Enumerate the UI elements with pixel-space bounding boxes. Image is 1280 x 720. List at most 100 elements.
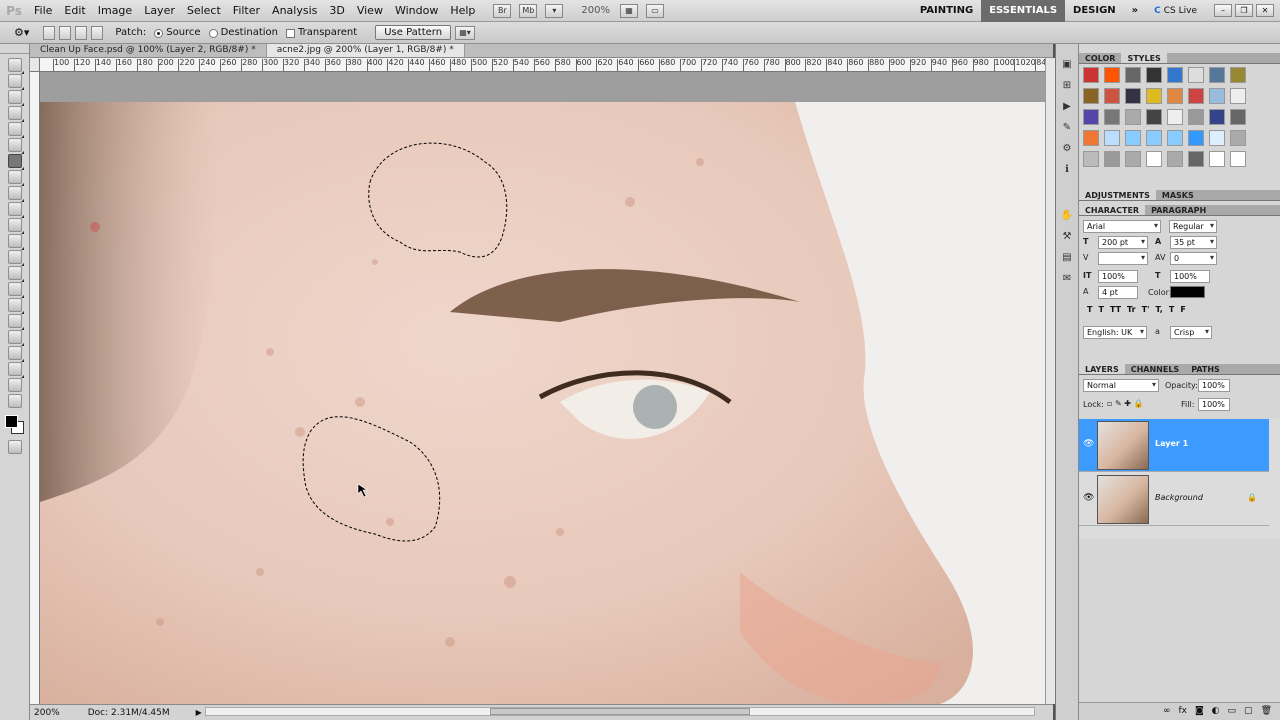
style-swatch[interactable]	[1230, 109, 1246, 125]
dodge-tool-icon[interactable]	[7, 266, 24, 282]
pattern-picker[interactable]: ▦▾	[455, 25, 476, 40]
style-swatch[interactable]	[1209, 67, 1225, 83]
style-swatch[interactable]	[1083, 130, 1099, 146]
source-radio[interactable]	[154, 29, 164, 38]
text-style-button[interactable]: TT	[1110, 305, 1121, 314]
tab-layers[interactable]: LAYERS	[1079, 364, 1125, 374]
text-style-button[interactable]: T	[1098, 305, 1103, 314]
brush-presets-panel-icon[interactable]: ⚒	[1059, 228, 1075, 244]
style-swatch[interactable]	[1146, 88, 1162, 104]
delete-layer-icon[interactable]: 🗑	[1261, 703, 1272, 720]
more-workspaces-button[interactable]: »	[1124, 0, 1146, 22]
actions-panel-icon[interactable]: ▶	[1059, 98, 1075, 114]
foreground-color[interactable]	[5, 415, 18, 428]
patch-tool-icon[interactable]	[7, 154, 24, 170]
document-tab[interactable]: Clean Up Face.psd @ 100% (Layer 2, RGB/8…	[30, 44, 267, 57]
tab-paths[interactable]: PATHS	[1185, 364, 1226, 374]
swatches-panel-icon[interactable]: ▤	[1059, 249, 1075, 265]
mini-bridge-panel-icon[interactable]: ▣	[1059, 56, 1075, 72]
menu-select[interactable]: Select	[181, 0, 227, 22]
clone-stamp-tool-icon[interactable]	[7, 186, 24, 202]
style-swatch[interactable]	[1188, 67, 1204, 83]
menu-3d[interactable]: 3D	[323, 0, 350, 22]
gradient-tool-icon[interactable]	[7, 234, 24, 250]
style-swatch[interactable]	[1167, 88, 1183, 104]
style-swatch[interactable]	[1188, 109, 1204, 125]
path-selection-tool-icon[interactable]	[7, 314, 24, 330]
layer-visibility-eye-icon[interactable]: 👁	[1083, 493, 1094, 503]
style-swatch[interactable]	[1188, 88, 1204, 104]
text-style-button[interactable]: Tr	[1127, 305, 1136, 314]
horizontal-scroll-thumb[interactable]	[490, 708, 750, 715]
add-selection-icon[interactable]	[59, 25, 72, 40]
tab-masks[interactable]: MASKS	[1156, 190, 1200, 200]
menu-edit[interactable]: Edit	[58, 0, 91, 22]
move-tool-icon[interactable]	[7, 58, 24, 74]
vertical-ruler[interactable]	[30, 72, 40, 704]
add-mask-icon[interactable]: ◙	[1195, 703, 1204, 720]
lasso-tool-icon[interactable]	[7, 90, 24, 106]
menu-file[interactable]: File	[28, 0, 58, 22]
menu-analysis[interactable]: Analysis	[266, 0, 323, 22]
menu-filter[interactable]: Filter	[227, 0, 266, 22]
layer-row[interactable]: 👁 Layer 1	[1079, 419, 1269, 472]
history-brush-tool-icon[interactable]	[7, 202, 24, 218]
style-swatch[interactable]	[1230, 88, 1246, 104]
style-swatch[interactable]	[1188, 130, 1204, 146]
text-style-button[interactable]: T,	[1155, 305, 1162, 314]
style-swatch[interactable]	[1188, 151, 1204, 167]
style-swatch[interactable]	[1125, 109, 1141, 125]
style-swatch[interactable]	[1083, 151, 1099, 167]
arrange-documents-icon[interactable]: ▦	[620, 3, 638, 18]
transparent-checkbox[interactable]	[285, 29, 295, 38]
layer-row[interactable]: 👁 Background 🔒	[1079, 473, 1269, 526]
eyedropper-tool-icon[interactable]	[7, 138, 24, 154]
style-swatch[interactable]	[1125, 88, 1141, 104]
style-swatch[interactable]	[1209, 109, 1225, 125]
new-group-icon[interactable]: ▭	[1228, 703, 1237, 720]
tab-adjustments[interactable]: ADJUSTMENTS	[1079, 190, 1156, 200]
lock-icons[interactable]: ▫ ✎ ✚ 🔒	[1107, 399, 1143, 408]
font-size-field[interactable]: 200 pt	[1098, 236, 1148, 249]
tab-styles[interactable]: STYLES	[1121, 53, 1167, 63]
menu-layer[interactable]: Layer	[138, 0, 181, 22]
style-swatch[interactable]	[1104, 151, 1120, 167]
blend-mode-select[interactable]: Normal	[1083, 379, 1159, 392]
layer-style-icon[interactable]: fx	[1178, 703, 1187, 720]
style-swatch[interactable]	[1167, 151, 1183, 167]
blur-tool-icon[interactable]	[7, 250, 24, 266]
close-button[interactable]: ✕	[1256, 4, 1274, 17]
baseline-shift-field[interactable]: 4 pt	[1098, 286, 1138, 299]
style-swatch[interactable]	[1104, 109, 1120, 125]
use-pattern-button[interactable]: Use Pattern	[375, 25, 452, 40]
antialias-select[interactable]: Crisp	[1170, 326, 1212, 339]
tab-color[interactable]: COLOR	[1079, 53, 1121, 63]
kerning-field[interactable]	[1098, 252, 1148, 265]
text-style-button[interactable]: F	[1180, 305, 1185, 314]
horizontal-scale-field[interactable]: 100%	[1170, 270, 1210, 283]
horizontal-ruler[interactable]: 100 120 140 160 180 200 220 240 260 280 300 320 340 3…	[40, 58, 1045, 72]
eraser-tool-icon[interactable]	[7, 218, 24, 234]
document-tab-active[interactable]: acne2.jpg @ 200% (Layer 1, RGB/8#) *	[266, 44, 465, 57]
status-menu-arrow-icon[interactable]: ▶	[196, 708, 202, 717]
destination-radio[interactable]	[208, 29, 218, 38]
toolbox-grip[interactable]	[0, 44, 29, 54]
style-swatch[interactable]	[1146, 151, 1162, 167]
style-swatch[interactable]	[1104, 130, 1120, 146]
font-style-select[interactable]: Regular	[1169, 220, 1217, 233]
font-family-select[interactable]: Arial	[1083, 220, 1161, 233]
style-swatch[interactable]	[1167, 130, 1183, 146]
restore-button[interactable]: ❐	[1235, 4, 1253, 17]
vertical-scrollbar[interactable]	[1045, 58, 1055, 704]
quick-selection-tool-icon[interactable]	[7, 106, 24, 122]
fill-field[interactable]: 100%	[1198, 398, 1230, 411]
leading-field[interactable]: 35 pt	[1170, 236, 1217, 249]
adjustment-layer-icon[interactable]: ◐	[1212, 703, 1220, 720]
style-swatch[interactable]	[1125, 130, 1141, 146]
style-swatch[interactable]	[1104, 67, 1120, 83]
menu-image[interactable]: Image	[92, 0, 138, 22]
status-zoom[interactable]: 200%	[34, 708, 60, 718]
marquee-tool-icon[interactable]	[7, 74, 24, 90]
tool-presets-panel-icon[interactable]: ✋	[1059, 207, 1075, 223]
text-style-button[interactable]: T'	[1142, 305, 1150, 314]
